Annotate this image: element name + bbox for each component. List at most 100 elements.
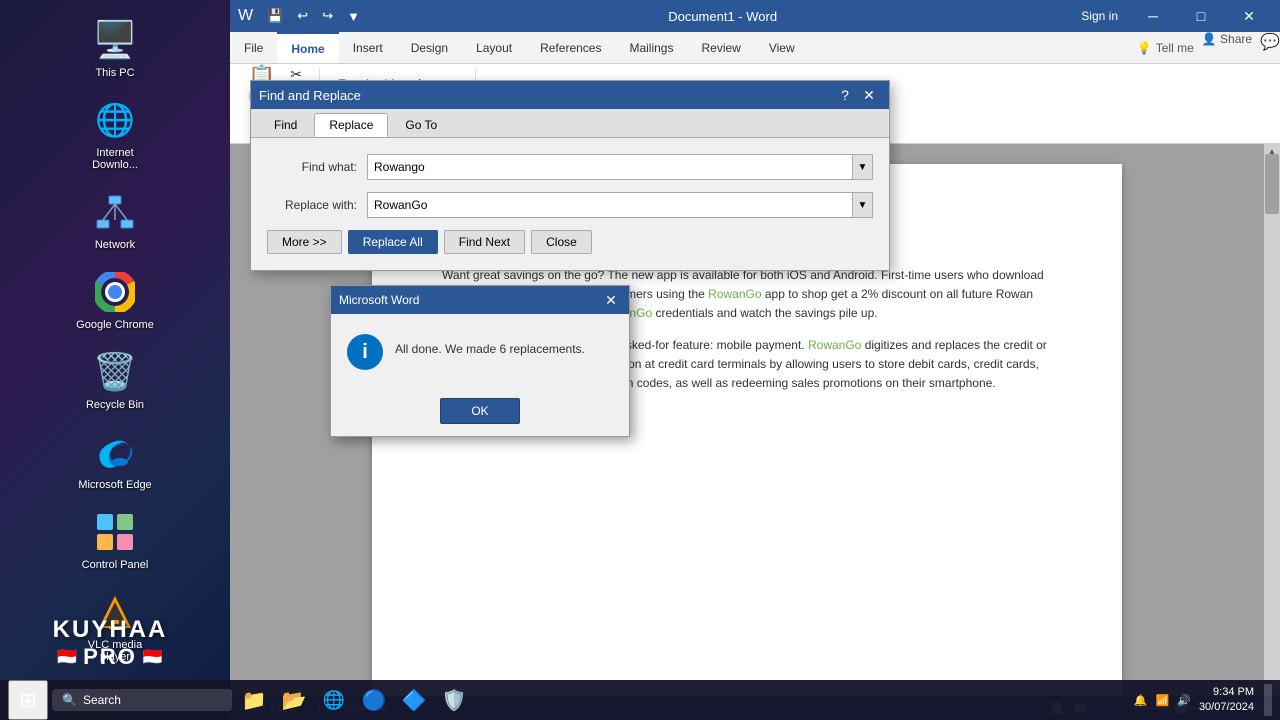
find-tab[interactable]: Find <box>259 113 312 137</box>
internet-download-label: Internet Downlo... <box>76 147 154 171</box>
chrome-taskbar-icon: 🔵 <box>362 688 387 713</box>
word-popup: Microsoft Word ✕ i All done. We made 6 r… <box>330 285 630 437</box>
popup-ok-button[interactable]: OK <box>440 398 520 424</box>
popup-message: All done. We made 6 replacements. <box>395 334 585 358</box>
close-dialog-button[interactable]: Close <box>531 230 592 254</box>
tab-view[interactable]: View <box>755 32 809 63</box>
network-icon <box>91 188 139 236</box>
find-field: Find what: ▼ <box>267 154 873 180</box>
chrome-label: Google Chrome <box>76 319 154 331</box>
desktop-icon-internet-download[interactable]: 🌐 Internet Downlo... <box>70 90 160 177</box>
taskbar-icon-browser[interactable]: 🌐 <box>316 682 352 718</box>
tab-references[interactable]: References <box>526 32 615 63</box>
tab-review[interactable]: Review <box>687 32 754 63</box>
desktop-icon-recycle-bin[interactable]: 🗑️ Recycle Bin <box>70 342 160 417</box>
maximize-button[interactable]: □ <box>1178 0 1224 32</box>
find-label: Find what: <box>267 160 357 174</box>
rowanGo-link-4: RowanGo <box>808 338 861 352</box>
replace-input-wrap: ▼ <box>367 192 873 218</box>
flag-icon-2: 🇮🇩 <box>143 647 163 667</box>
undo-button[interactable]: ↩ <box>293 6 312 26</box>
tell-me-text: Tell me <box>1156 41 1194 55</box>
customize-qat-button[interactable]: ▼ <box>343 7 364 26</box>
tab-design[interactable]: Design <box>397 32 462 63</box>
title-right: Sign in ─ □ ✕ <box>1081 0 1272 32</box>
volume-icon[interactable]: 🔊 <box>1177 694 1191 707</box>
security-icon: 🛡️ <box>442 688 467 713</box>
find-input-wrap: ▼ <box>367 154 873 180</box>
desktop-icon-this-pc[interactable]: 🖥️ This PC <box>70 10 160 85</box>
popup-info-icon: i <box>347 334 383 370</box>
kuyhaa-line1: KUYHAA <box>10 616 210 644</box>
files-icon: 📂 <box>282 688 307 713</box>
file-explorer-icon: 📁 <box>242 688 267 713</box>
sign-in-button[interactable]: Sign in <box>1081 9 1118 23</box>
taskbar-time-area[interactable]: 9:34 PM 30/07/2024 <box>1199 685 1254 716</box>
tab-mailings[interactable]: Mailings <box>615 32 687 63</box>
taskbar-icon-chrome2[interactable]: 🔵 <box>356 682 392 718</box>
find-input[interactable] <box>368 156 852 178</box>
taskbar-right: 🔔 📶 🔊 9:34 PM 30/07/2024 <box>1134 684 1272 716</box>
edge-icon <box>91 428 139 476</box>
word-icon: W <box>238 7 253 25</box>
taskbar-time: 9:34 PM <box>1199 685 1254 700</box>
replace-all-button[interactable]: Replace All <box>348 230 438 254</box>
replace-input[interactable] <box>368 194 852 216</box>
find-replace-dialog: Find and Replace ? ✕ Find Replace Go To … <box>250 80 890 271</box>
popup-title: Microsoft Word <box>339 293 601 307</box>
notification-icon[interactable]: 🔔 <box>1134 694 1148 707</box>
search-icon: 🔍 <box>62 693 77 707</box>
this-pc-icon: 🖥️ <box>91 16 139 64</box>
show-desktop-button[interactable] <box>1264 684 1272 716</box>
minimize-button[interactable]: ─ <box>1130 0 1176 32</box>
close-button[interactable]: ✕ <box>1226 0 1272 32</box>
popup-body: i All done. We made 6 replacements. <box>331 314 629 390</box>
tab-insert[interactable]: Insert <box>339 32 397 63</box>
taskbar-icon-security[interactable]: 🛡️ <box>436 682 472 718</box>
start-button[interactable]: ⊞ <box>8 680 48 720</box>
this-pc-label: This PC <box>95 67 134 79</box>
control-panel-icon <box>91 508 139 556</box>
tab-layout[interactable]: Layout <box>462 32 526 63</box>
chrome-icon <box>91 268 139 316</box>
ribbon-tabs: File Home Insert Design Layout Reference… <box>230 32 1280 64</box>
network-label: Network <box>95 239 135 251</box>
save-button[interactable]: 💾 <box>263 6 287 26</box>
popup-title-bar: Microsoft Word ✕ <box>331 286 629 314</box>
recycle-bin-label: Recycle Bin <box>86 399 144 411</box>
share-button[interactable]: 👤 Share <box>1202 32 1252 63</box>
search-bar[interactable]: 🔍 Search <box>52 689 232 711</box>
dialog-title: Find and Replace <box>259 88 833 103</box>
find-dropdown-button[interactable]: ▼ <box>852 155 872 179</box>
dialog-close-button[interactable]: ✕ <box>857 85 881 105</box>
kuyhaa-branding: KUYHAA 🇮🇩 PRO 🇮🇩 <box>10 616 210 670</box>
search-placeholder: Search <box>83 693 121 707</box>
taskbar-date: 30/07/2024 <box>1199 700 1254 715</box>
taskbar-icon-files[interactable]: 📂 <box>276 682 312 718</box>
tab-home[interactable]: Home <box>277 32 338 63</box>
more-button[interactable]: More >> <box>267 230 342 254</box>
kuyhaa-line2: PRO <box>83 644 137 670</box>
wifi-icon[interactable]: 📶 <box>1156 694 1170 707</box>
tab-file[interactable]: File <box>230 32 277 63</box>
replace-tab[interactable]: Replace <box>314 113 388 137</box>
start-icon: ⊞ <box>20 688 37 713</box>
taskbar-icon-file-explorer[interactable]: 📁 <box>236 682 272 718</box>
desktop-icon-control-panel[interactable]: Control Panel <box>70 502 160 577</box>
window-title: Document1 - Word <box>364 9 1081 24</box>
doc-scrollbar[interactable]: ▲ ▼ <box>1264 144 1280 696</box>
desktop-icon-chrome[interactable]: Google Chrome <box>70 262 160 337</box>
popup-close-button[interactable]: ✕ <box>601 290 621 310</box>
find-next-button[interactable]: Find Next <box>444 230 525 254</box>
comments-button[interactable]: 💬 <box>1260 32 1280 63</box>
desktop-icon-network[interactable]: Network <box>70 182 160 257</box>
dialog-help-button[interactable]: ? <box>833 85 857 105</box>
taskbar-icon-edge2[interactable]: 🔷 <box>396 682 432 718</box>
desktop-icon-edge[interactable]: Microsoft Edge <box>70 422 160 497</box>
redo-button[interactable]: ↪ <box>318 6 337 26</box>
replace-dropdown-button[interactable]: ▼ <box>852 193 872 217</box>
goto-tab[interactable]: Go To <box>390 113 452 137</box>
tell-me-area[interactable]: 💡 Tell me <box>1137 32 1194 63</box>
dialog-title-bar: Find and Replace ? ✕ <box>251 81 889 109</box>
scrollbar-thumb[interactable] <box>1265 154 1279 214</box>
